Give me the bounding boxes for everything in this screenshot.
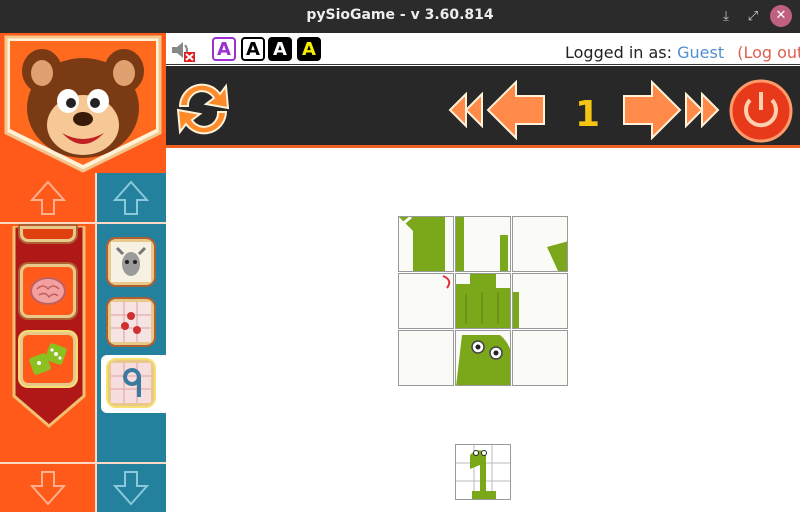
window-title: pySioGame - v 3.60.814 — [306, 7, 494, 23]
username-link[interactable]: Guest — [677, 43, 724, 62]
previous-level-icon[interactable] — [484, 78, 548, 142]
puzzle-piece — [399, 217, 445, 271]
sound-muted-icon[interactable] — [170, 39, 196, 63]
puzzle-cell[interactable] — [398, 273, 454, 329]
puzzle-piece — [513, 292, 519, 328]
puzzle-cell[interactable] — [512, 216, 568, 272]
puzzle-cell[interactable] — [455, 273, 511, 329]
puzzle-cell[interactable] — [512, 273, 568, 329]
divider — [0, 222, 166, 224]
power-icon[interactable] — [728, 78, 794, 144]
login-status: Logged in as: Guest (Log out) — [565, 43, 800, 62]
brain-icon — [30, 277, 66, 305]
font-size-button-3[interactable]: A — [268, 37, 292, 61]
numbers-grid-icon — [111, 302, 151, 342]
subcategory-tile-numbers[interactable] — [108, 299, 154, 345]
subcategory-scroll-down-button[interactable] — [106, 466, 156, 510]
mascot-logo[interactable] — [0, 33, 166, 173]
minimize-icon[interactable]: ⤓ — [716, 7, 736, 27]
category-scroll-up-button[interactable] — [20, 178, 76, 218]
puzzle-piece — [442, 275, 451, 289]
puzzle-cell[interactable] — [512, 330, 568, 386]
divider — [95, 173, 97, 512]
arrow-up-icon — [29, 180, 67, 215]
category-scroll-down-button[interactable] — [20, 466, 76, 510]
digit-nine-icon — [111, 363, 151, 403]
puzzle-piece — [456, 335, 510, 385]
puzzle-piece — [547, 241, 567, 271]
arrow-up-icon — [112, 180, 150, 215]
target-preview — [455, 444, 511, 500]
category-tile-brain[interactable] — [20, 264, 76, 318]
arrow-down-icon — [29, 471, 67, 506]
next-level-icon[interactable] — [620, 78, 684, 142]
window-titlebar: pySioGame - v 3.60.814 ⤓ ⤢ ✕ — [0, 0, 800, 33]
close-icon[interactable]: ✕ — [770, 5, 792, 27]
font-size-button-1[interactable]: A — [212, 37, 236, 61]
divider — [0, 462, 166, 464]
font-size-button-4[interactable]: A — [297, 37, 321, 61]
logged-in-label: Logged in as: — [565, 43, 673, 62]
puzzle-cell[interactable] — [455, 330, 511, 386]
maximize-icon[interactable]: ⤢ — [743, 7, 763, 27]
dice-icon — [29, 343, 67, 375]
first-level-icon[interactable] — [448, 90, 484, 130]
puzzle-cell[interactable] — [398, 216, 454, 272]
puzzle-piece — [456, 217, 508, 271]
puzzle-cell[interactable] — [398, 330, 454, 386]
category-tile-partial[interactable] — [20, 226, 76, 242]
subcategory-scroll-up-button[interactable] — [106, 178, 156, 218]
selected-category-ribbon — [12, 226, 86, 428]
goat-icon — [111, 242, 151, 282]
font-size-button-2[interactable]: A — [241, 37, 265, 61]
subcategory-tile-digit[interactable] — [108, 360, 154, 406]
arrow-down-icon — [112, 471, 150, 506]
puzzle-piece — [456, 274, 510, 328]
last-level-icon[interactable] — [684, 90, 720, 130]
puzzle-grid — [398, 216, 568, 386]
target-image — [456, 445, 510, 499]
subcategory-tile-goat[interactable] — [108, 239, 154, 285]
refresh-icon[interactable] — [170, 76, 236, 142]
level-number: 1 — [575, 94, 601, 135]
logout-link[interactable]: (Log out) — [737, 43, 800, 62]
category-tile-dice[interactable] — [20, 332, 76, 386]
puzzle-cell[interactable] — [455, 216, 511, 272]
